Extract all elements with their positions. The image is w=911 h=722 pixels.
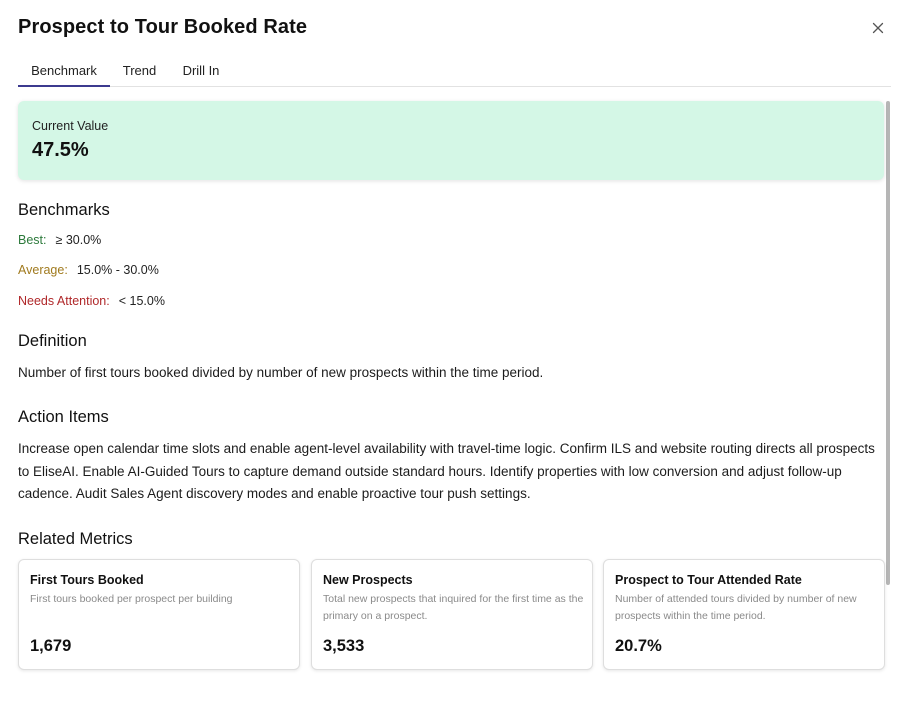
scrollbar-thumb[interactable] bbox=[886, 101, 890, 585]
related-metric-value: 20.7% bbox=[615, 637, 662, 655]
related-metric-title: New Prospects bbox=[323, 573, 413, 587]
benchmark-average-label: Average: bbox=[18, 263, 68, 277]
related-metric-value: 3,533 bbox=[323, 637, 365, 655]
benchmark-best-value: ≥ 30.0% bbox=[55, 233, 102, 247]
action-items-text: Increase open calendar time slots and en… bbox=[18, 441, 875, 501]
benchmark-attention-value: < 15.0% bbox=[118, 294, 165, 308]
benchmark-best-label: Best: bbox=[18, 233, 47, 247]
related-metric-card-prospect-to-tour-attended-rate[interactable]: Prospect to Tour Attended Rate Number of… bbox=[603, 559, 885, 670]
definition-heading: Definition bbox=[18, 332, 87, 350]
current-value: 47.5% bbox=[32, 139, 89, 161]
benchmark-attention-label: Needs Attention: bbox=[18, 294, 110, 308]
related-metric-card-new-prospects[interactable]: New Prospects Total new prospects that i… bbox=[311, 559, 593, 670]
tab-benchmark[interactable]: Benchmark bbox=[18, 56, 110, 87]
modal-title: Prospect to Tour Booked Rate bbox=[18, 16, 308, 38]
related-metric-value: 1,679 bbox=[30, 637, 72, 655]
benchmark-average-value: 15.0% - 30.0% bbox=[76, 263, 159, 277]
close-icon[interactable] bbox=[871, 21, 885, 35]
related-metric-title: Prospect to Tour Attended Rate bbox=[615, 573, 802, 587]
related-metric-description: First tours booked per prospect per buil… bbox=[30, 593, 233, 605]
related-metrics-heading: Related Metrics bbox=[18, 530, 133, 548]
benchmarks-heading: Benchmarks bbox=[18, 201, 110, 219]
benchmark-best-row: Best: ≥ 30.0% bbox=[18, 233, 101, 247]
current-value-label: Current Value bbox=[32, 119, 109, 133]
tab-trend[interactable]: Trend bbox=[118, 56, 161, 87]
related-metric-title: First Tours Booked bbox=[30, 573, 144, 587]
related-metric-description: Total new prospects that inquired for th… bbox=[323, 593, 584, 622]
current-value-card: Current Value 47.5% bbox=[18, 101, 884, 180]
definition-text: Number of first tours booked divided by … bbox=[18, 365, 544, 380]
tab-bar: Benchmark Trend Drill In bbox=[18, 56, 891, 87]
tab-drill-in[interactable]: Drill In bbox=[178, 56, 224, 87]
benchmark-average-row: Average: 15.0% - 30.0% bbox=[18, 263, 159, 277]
related-metric-description: Number of attended tours divided by numb… bbox=[615, 593, 857, 622]
related-metric-card-first-tours-booked[interactable]: First Tours Booked First tours booked pe… bbox=[18, 559, 300, 670]
benchmark-attention-row: Needs Attention: < 15.0% bbox=[18, 294, 165, 308]
action-items-heading: Action Items bbox=[18, 408, 109, 426]
